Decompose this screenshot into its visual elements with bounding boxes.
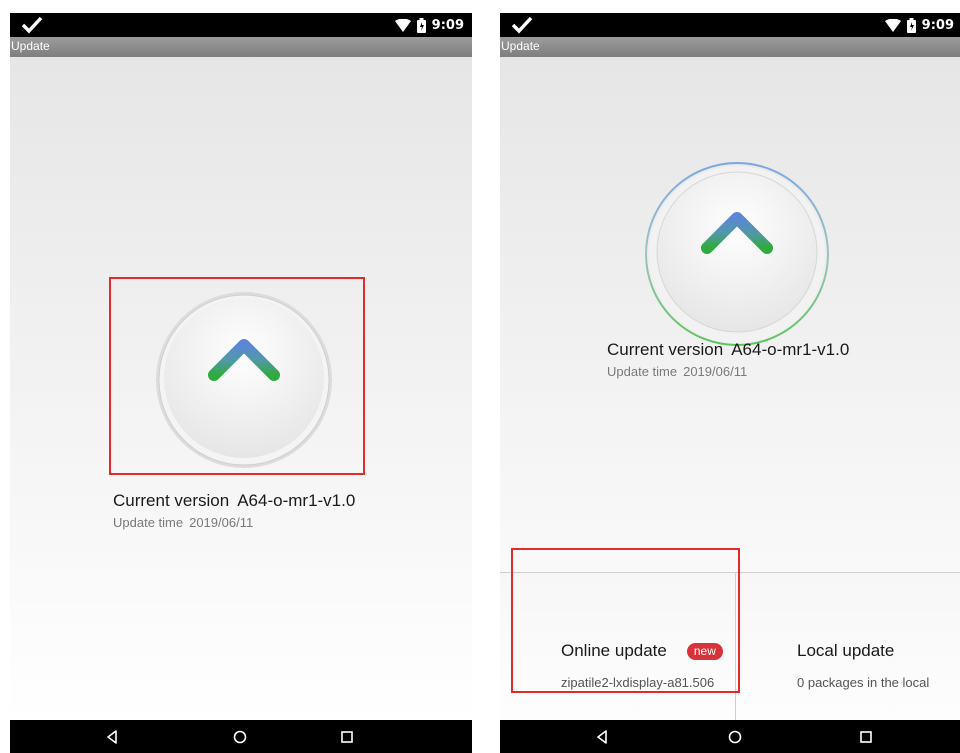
status-bar: 9:09 [10,13,472,37]
current-version-label: Current version [113,491,230,510]
home-button[interactable] [210,720,270,753]
highlight-box [511,548,740,693]
status-time: 9:09 [921,17,954,33]
highlight-box [109,277,365,475]
action-bar: Update [500,37,960,57]
update-time-value: 2019/06/11 [189,515,254,530]
version-info: Current version A64-o-mr1-v1.0 Update tim… [113,491,363,530]
home-icon [728,730,742,743]
current-version-label: Current version [607,340,724,359]
home-icon [233,730,247,743]
check-icon [21,16,43,34]
recents-button[interactable] [317,720,377,753]
phone-screen-left: 9:09 Update Current version A64-o-mr1-v1.… [10,13,472,753]
page-title: Update [11,39,50,53]
wifi-icon [394,18,411,32]
recents-button[interactable] [836,720,896,753]
local-update-title: Local update [797,641,895,660]
status-bar: 9:09 [500,13,960,37]
current-version-value: A64-o-mr1-v1.0 [237,491,356,510]
local-update-detail: 0 packages in the local [797,675,930,690]
wifi-icon [884,18,901,32]
check-icon [511,16,533,34]
page-title: Update [501,39,540,53]
back-icon [107,729,117,744]
action-bar: Update [10,37,472,57]
navigation-bar [500,720,960,753]
back-icon [597,729,607,744]
update-time-label: Update time [607,364,678,379]
recents-icon [860,730,872,743]
back-button[interactable] [572,720,632,753]
home-button[interactable] [705,720,765,753]
battery-icon [416,17,426,33]
back-button[interactable] [82,720,142,753]
update-time-value: 2019/06/11 [683,364,748,379]
status-time: 9:09 [431,17,464,33]
battery-icon [906,17,916,33]
update-time-label: Update time [113,515,184,530]
recents-icon [341,730,353,743]
local-update-option[interactable]: Local update 0 packages in the local [797,641,929,690]
update-circle-button[interactable] [644,161,830,347]
phone-screen-right: 9:09 Update Current version A64-o-mr1-v1.… [500,13,960,753]
navigation-bar [10,720,472,753]
current-version-value: A64-o-mr1-v1.0 [731,340,850,359]
version-info: Current version A64-o-mr1-v1.0 Update tim… [607,340,857,379]
